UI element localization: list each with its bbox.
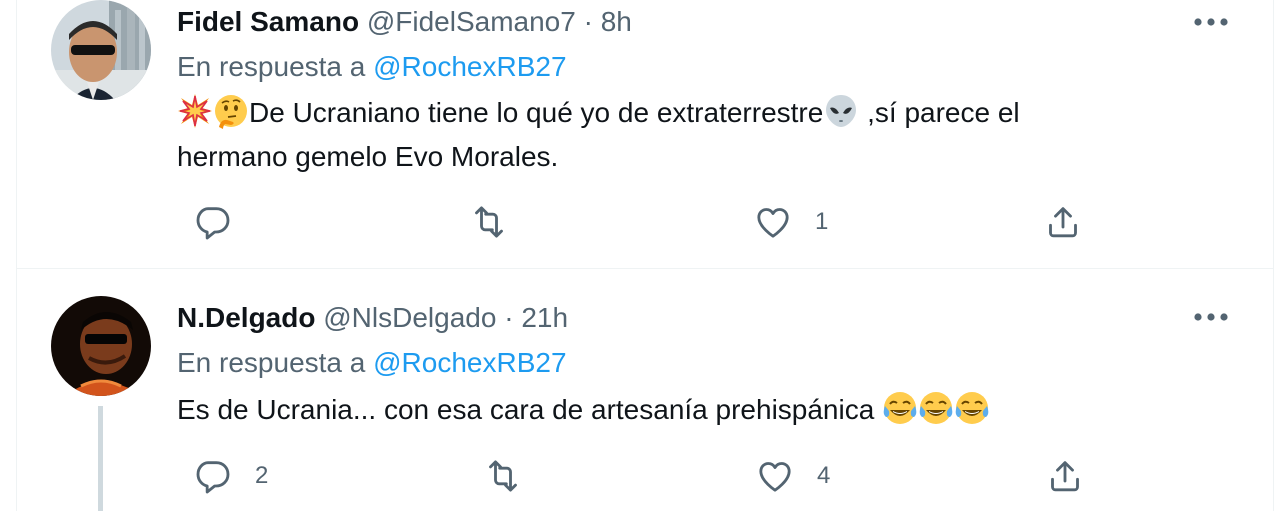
like-button[interactable]: 4	[755, 452, 830, 500]
separator-dot: ·	[583, 6, 593, 37]
share-button[interactable]	[1043, 198, 1083, 246]
reply-mention-link[interactable]: @RochexRB27	[373, 347, 566, 378]
like-button[interactable]: 1	[753, 198, 828, 246]
heart-icon	[757, 208, 789, 238]
retweet-icon	[489, 460, 517, 492]
like-count: 1	[815, 208, 829, 235]
reply-context: En respuesta a @RochexRB27	[177, 47, 567, 87]
tweet-actions: 1	[177, 198, 1117, 246]
reply-button[interactable]: 2	[193, 452, 268, 500]
tweet-header: N.Delgado @NlsDelgado · 21h	[177, 298, 568, 338]
collision-emoji	[178, 94, 212, 128]
user-handle[interactable]: @NlsDelgado	[323, 302, 496, 333]
avatar[interactable]	[51, 0, 151, 100]
tweet-text-line2: hermano gemelo Evo Morales.	[177, 141, 559, 172]
tweet-feed: Fidel Samano @FidelSamano7 · 8h En respu…	[0, 0, 1280, 511]
retweet-button[interactable]	[469, 198, 531, 246]
tears-of-joy-emoji	[883, 392, 917, 424]
thinking-face-emoji	[215, 95, 247, 129]
reply-mention-link[interactable]: @RochexRB27	[373, 51, 566, 82]
tweet-text: Es de Ucrania... con esa cara de artesan…	[177, 388, 1177, 432]
tweet[interactable]: Fidel Samano @FidelSamano7 · 8h En respu…	[16, 0, 1274, 269]
retweet-icon	[475, 206, 503, 238]
share-icon	[1051, 461, 1079, 492]
heart-icon	[759, 462, 791, 492]
reply-context: En respuesta a @RochexRB27	[177, 343, 567, 383]
tweet-text-line1-end: ,sí parece el	[859, 97, 1020, 128]
reply-button[interactable]	[193, 198, 255, 246]
display-name[interactable]: Fidel Samano	[177, 6, 359, 37]
share-button[interactable]	[1045, 452, 1085, 500]
retweet-button[interactable]	[483, 452, 545, 500]
reply-icon	[196, 207, 230, 240]
tears-of-joy-emoji	[919, 392, 953, 424]
reply-prefix: En respuesta a	[177, 51, 366, 82]
reply-prefix: En respuesta a	[177, 347, 366, 378]
like-count: 4	[817, 462, 831, 489]
tweet-text: De Ucraniano tiene lo qué yo de extrater…	[177, 91, 1177, 179]
reply-icon	[196, 461, 230, 494]
tweet-text-content: Es de Ucrania... con esa cara de artesan…	[177, 394, 883, 425]
timestamp[interactable]: 21h	[521, 302, 568, 333]
more-options-button[interactable]	[1189, 297, 1233, 337]
tweet-text-line1: De Ucraniano tiene lo qué yo de extrater…	[249, 97, 824, 128]
tweet[interactable]: N.Delgado @NlsDelgado · 21h En respuesta…	[16, 269, 1274, 511]
tweet-actions: 2 4	[177, 452, 1117, 500]
display-name[interactable]: N.Delgado	[177, 302, 315, 333]
tweet-header: Fidel Samano @FidelSamano7 · 8h	[177, 2, 632, 42]
more-options-button[interactable]	[1189, 2, 1233, 42]
reply-count: 2	[255, 462, 269, 489]
timestamp[interactable]: 8h	[601, 6, 632, 37]
user-handle[interactable]: @FidelSamano7	[367, 6, 576, 37]
tears-of-joy-emoji	[955, 392, 989, 424]
more-dots-icon	[1194, 313, 1228, 321]
thread-line	[98, 406, 103, 511]
avatar[interactable]	[51, 296, 151, 396]
share-icon	[1049, 207, 1077, 238]
separator-dot: ·	[504, 302, 514, 333]
alien-emoji	[826, 95, 857, 127]
more-dots-icon	[1194, 18, 1228, 26]
